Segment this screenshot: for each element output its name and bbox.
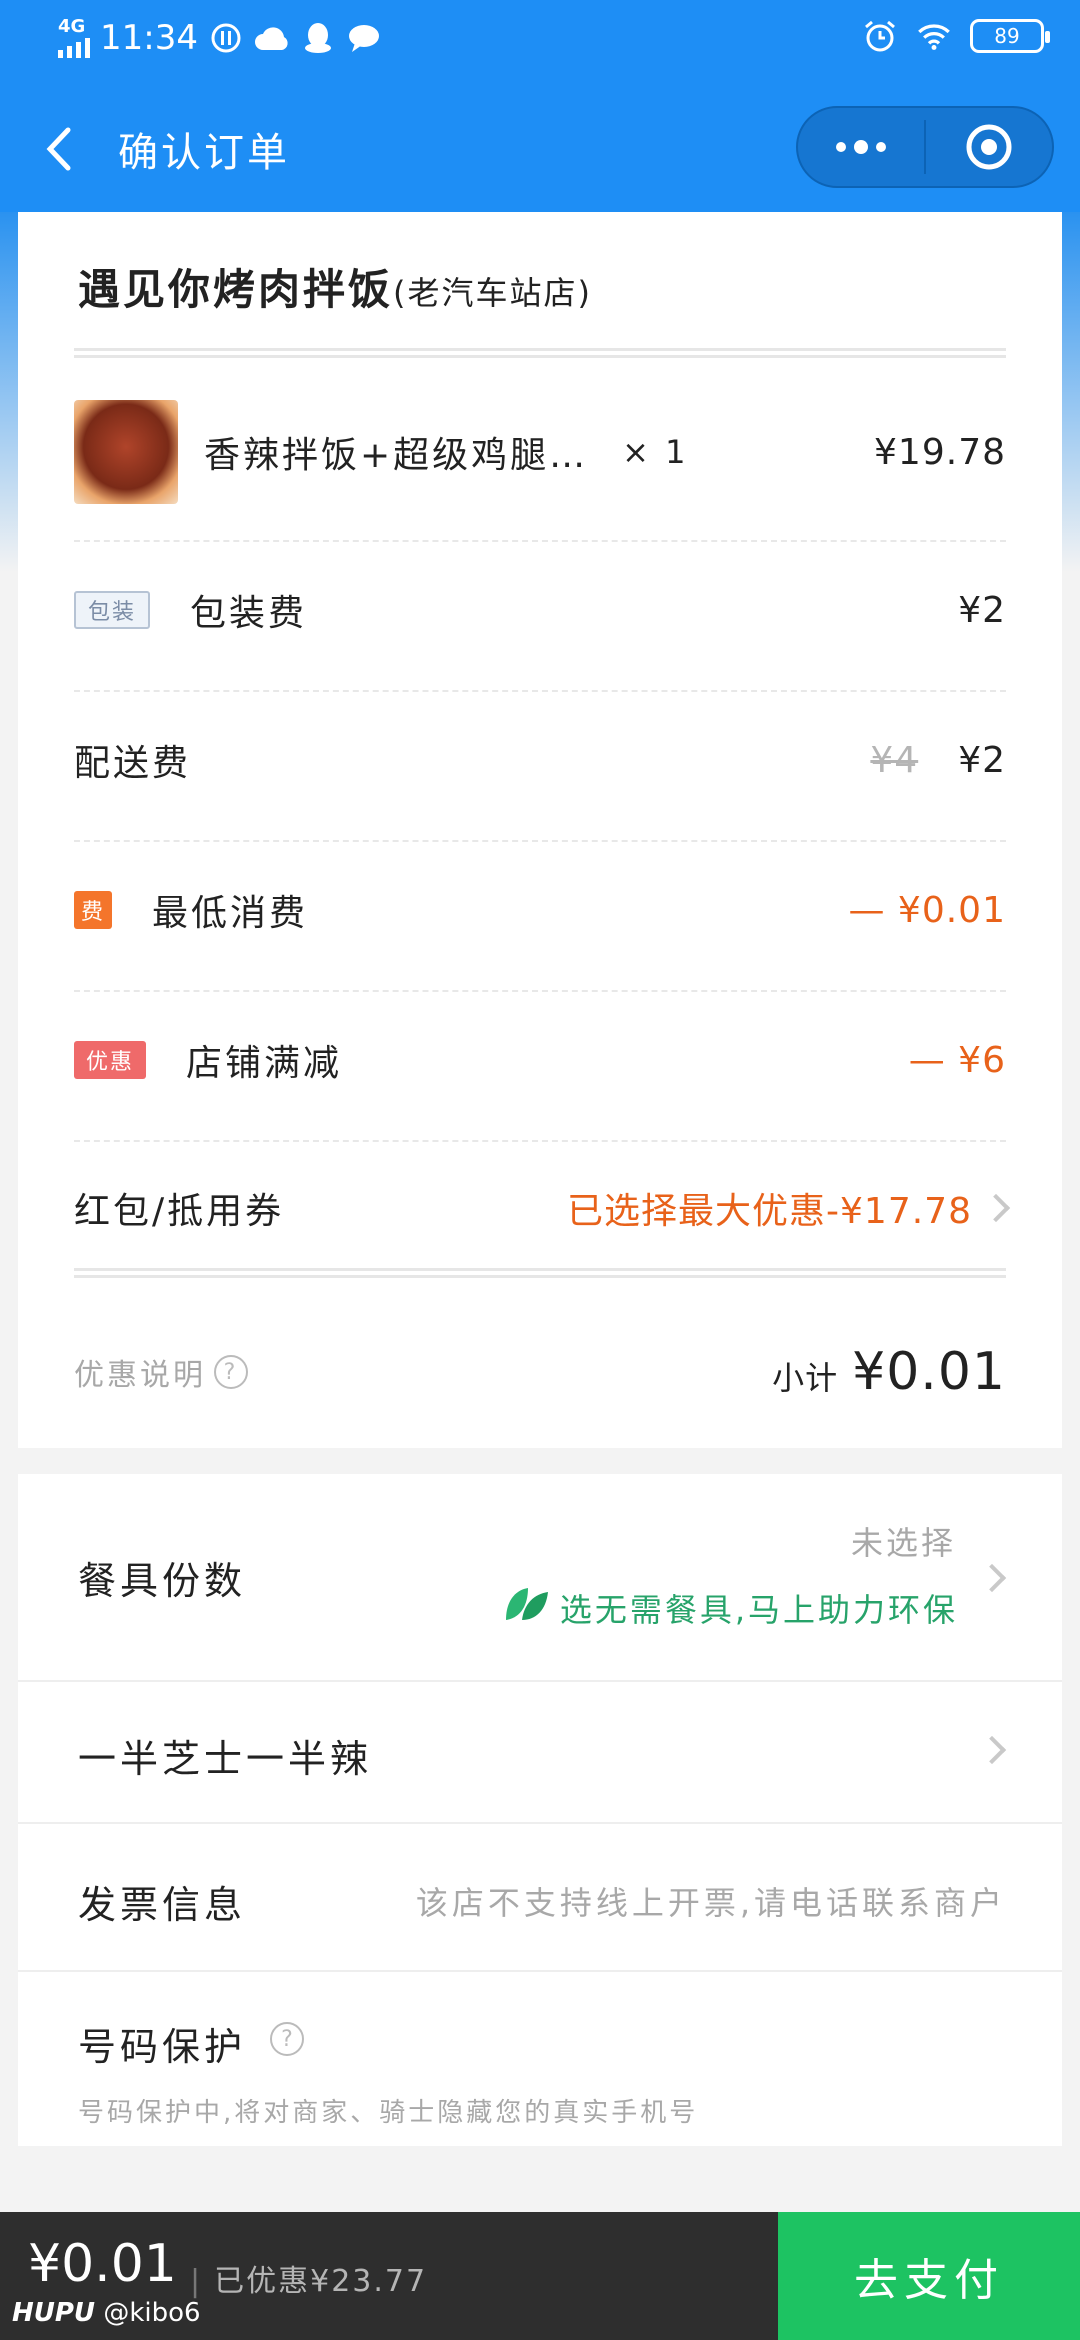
options-card: 餐具份数 未选择 选无需餐具,马上助力环保 一半芝士一半辣 发票信息 该店不支持…: [18, 1474, 1062, 2146]
shop-discount-row: 优惠 店铺满减 — ¥6: [74, 990, 1006, 1130]
watermark-user: @kibo6: [103, 2298, 201, 2328]
help-icon[interactable]: ?: [214, 1355, 248, 1389]
divider: [74, 1268, 1006, 1278]
item-name: 香辣拌饭+超级鸡腿…: [204, 435, 589, 476]
shop-title: 遇见你烤肉拌饭: [78, 265, 394, 314]
mini-program-capsule: [796, 106, 1054, 188]
item-qty: × 1: [622, 433, 689, 471]
packaging-label: 包装费: [190, 593, 308, 634]
subtotal-value: ¥0.01: [852, 1342, 1006, 1402]
packaging-tag: 包装: [74, 591, 151, 629]
delivery-label: 配送费: [74, 743, 192, 784]
discount-label: 店铺满减: [186, 1043, 343, 1084]
invoice-label: 发票信息: [78, 1883, 247, 1927]
watermark: HUPU @kibo6: [12, 2298, 201, 2328]
message-icon: [346, 20, 382, 56]
battery-icon: 89: [970, 19, 1050, 53]
help-icon[interactable]: ?: [270, 2022, 304, 2056]
eco-note: 选无需餐具,马上助力环保: [559, 1591, 958, 1629]
invoice-row: 发票信息 该店不支持线上开票,请电话联系商户: [18, 1822, 1062, 1970]
pay-button[interactable]: 去支付: [778, 2212, 1080, 2340]
invoice-value: 该店不支持线上开票,请电话联系商户: [415, 1884, 1006, 1922]
chevron-right-icon: [977, 1735, 1007, 1765]
subtotal-row: 优惠说明 ? 小计 ¥0.01: [74, 1292, 1006, 1452]
item-price: ¥19.78: [874, 431, 1006, 473]
app-header: 4G 11:34 89 确认订单: [0, 0, 1080, 212]
shop-branch: (老汽车站店): [393, 274, 592, 312]
min-spend-label: 最低消费: [152, 893, 309, 934]
status-time: 11:34: [100, 18, 198, 58]
app-notification-icon: [208, 20, 244, 56]
remark-label: 一半芝士一半辣: [78, 1737, 373, 1781]
promo-note-label: 优惠说明: [74, 1358, 206, 1393]
close-target-icon[interactable]: [926, 108, 1052, 186]
item-thumbnail: [74, 400, 178, 504]
coupon-value: 已选择最大优惠-¥17.78: [567, 1191, 972, 1232]
subtotal-label: 小计: [772, 1359, 839, 1397]
tableware-label: 餐具份数: [78, 1559, 247, 1603]
remark-row[interactable]: 一半芝士一半辣: [18, 1680, 1062, 1822]
order-card: 遇见你烤肉拌饭(老汽车站店) 香辣拌饭+超级鸡腿… × 1 ¥19.78 包装 …: [18, 212, 1062, 1448]
total-price: ¥0.01: [28, 2234, 177, 2294]
status-bar: 4G 11:34 89: [0, 0, 1080, 80]
fee-tag: 费: [74, 891, 112, 929]
tableware-value: 未选择: [850, 1524, 956, 1562]
packaging-value: ¥2: [958, 589, 1006, 631]
discount-tag: 优惠: [74, 1041, 147, 1079]
alarm-icon: [862, 18, 898, 54]
privacy-row: 号码保护 ? 号码保护中,将对商家、骑士隐藏您的真实手机号: [18, 1970, 1062, 2146]
back-icon[interactable]: [40, 124, 80, 174]
saved-amount-text: 已优惠¥23.77: [214, 2264, 428, 2299]
coupon-label: 红包/抵用券: [74, 1191, 285, 1232]
tableware-row[interactable]: 餐具份数 未选择 选无需餐具,马上助力环保: [18, 1474, 1062, 1680]
order-item-row: 香辣拌饭+超级鸡腿… × 1 ¥19.78: [74, 382, 1006, 522]
network-type: 4G: [58, 16, 86, 37]
watermark-brand: HUPU: [12, 2298, 96, 2328]
cloud-icon: [254, 20, 290, 56]
coupon-row[interactable]: 红包/抵用券 已选择最大优惠-¥17.78: [74, 1138, 1011, 1278]
promo-note[interactable]: 优惠说明: [74, 1350, 206, 1394]
discount-value: — ¥6: [908, 1039, 1006, 1081]
nav-bar: 确认订单: [0, 106, 1080, 192]
wifi-icon: [916, 18, 952, 54]
packaging-fee-row: 包装 包装费 ¥2: [74, 540, 1006, 680]
signal-icon: 4G: [58, 18, 90, 58]
leaf-icon: [502, 1584, 552, 1632]
delivery-value: ¥2: [958, 739, 1006, 781]
delivery-original-price: ¥4: [870, 739, 919, 781]
qq-icon: [300, 20, 336, 56]
divider: [74, 348, 1006, 358]
chevron-right-icon: [981, 1193, 1011, 1223]
chevron-right-icon: [977, 1563, 1007, 1593]
min-spend-row: 费 最低消费 — ¥0.01: [74, 840, 1006, 980]
battery-level: 89: [994, 24, 1020, 48]
saved-amount: | 已优惠¥23.77: [190, 2264, 428, 2299]
min-spend-value: — ¥0.01: [848, 889, 1006, 931]
privacy-label: 号码保护: [78, 2025, 247, 2069]
more-icon[interactable]: [798, 108, 924, 186]
privacy-desc: 号码保护中,将对商家、骑士隐藏您的真实手机号: [78, 2098, 699, 2128]
delivery-fee-row: 配送费 ¥4 ¥2: [74, 690, 1006, 830]
shop-name[interactable]: 遇见你烤肉拌饭(老汽车站店): [78, 256, 592, 317]
page-title: 确认订单: [118, 130, 290, 176]
